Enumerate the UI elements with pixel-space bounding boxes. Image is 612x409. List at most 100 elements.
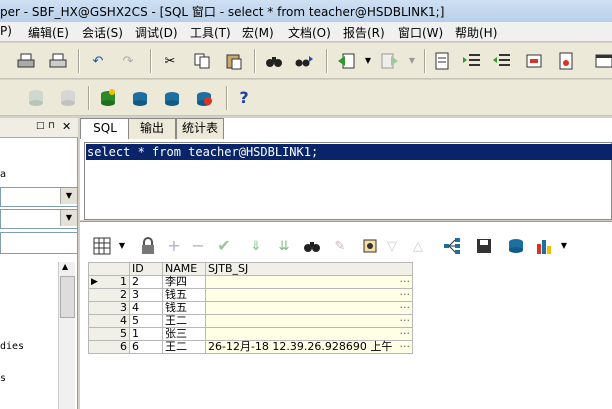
menu-project[interactable]: P) — [0, 24, 12, 38]
paste-icon[interactable] — [224, 51, 244, 71]
ellipsis-button[interactable]: ··· — [400, 328, 411, 340]
ellipsis-button[interactable]: ··· — [400, 341, 411, 353]
connect-icon[interactable] — [98, 88, 118, 108]
help-icon[interactable]: ? — [234, 88, 254, 108]
menu-help[interactable]: 帮助(H) — [455, 24, 497, 41]
find-icon[interactable] — [302, 236, 322, 256]
menu-window[interactable]: 窗口(W) — [398, 24, 443, 41]
column-header-id[interactable]: ID — [129, 262, 163, 276]
undo-icon[interactable]: ↶ — [88, 51, 108, 71]
scrollbar[interactable]: ▲ — [58, 262, 75, 409]
search-input[interactable] — [0, 232, 78, 254]
print-preview-icon[interactable] — [48, 51, 68, 71]
column-header-name[interactable]: NAME — [162, 262, 206, 276]
table-row[interactable]: 2 3 钱五 ··· — [88, 288, 413, 302]
chevron-down-icon[interactable]: ▼ — [60, 210, 77, 226]
close-icon[interactable]: ✕ — [62, 120, 71, 133]
cell-sjtb-sj[interactable]: ··· — [205, 327, 413, 341]
tab-statistics[interactable]: 统计表 — [176, 118, 224, 139]
column-header-sjtb-sj[interactable]: SJTB_SJ — [205, 262, 413, 276]
import-dropdown-icon[interactable]: ▼ — [358, 51, 378, 71]
table-row[interactable]: 3 4 钱五 ··· — [88, 301, 413, 315]
sql-connect-icon[interactable] — [130, 88, 150, 108]
ellipsis-button[interactable]: ··· — [400, 315, 411, 327]
chart-icon[interactable] — [534, 236, 554, 256]
copy-icon[interactable] — [192, 51, 212, 71]
cut-icon[interactable]: ✂ — [160, 51, 180, 71]
table-row[interactable]: 4 5 王二 ··· — [88, 314, 413, 328]
export-results-icon[interactable] — [360, 236, 380, 256]
cell-id[interactable]: 5 — [129, 314, 163, 328]
cell-name[interactable]: 李四 — [162, 275, 206, 289]
cell-sjtb-sj[interactable]: 26-12月-18 12.39.26.928690 上午 ··· — [205, 340, 413, 354]
cell-name[interactable]: 王二 — [162, 314, 206, 328]
page-icon[interactable] — [556, 51, 576, 71]
table-row[interactable]: 6 6 王二 26-12月-18 12.39.26.928690 上午 ··· — [88, 340, 413, 354]
print-icon[interactable] — [16, 51, 36, 71]
menu-documents[interactable]: 文档(O) — [288, 24, 331, 41]
db-icon[interactable] — [26, 88, 46, 108]
document-icon[interactable] — [432, 51, 452, 71]
export-dropdown-icon[interactable]: ▼ — [402, 51, 422, 71]
delete-record-icon[interactable]: − — [188, 236, 208, 256]
find-icon[interactable] — [264, 51, 284, 71]
refresh-connection-icon[interactable] — [194, 88, 214, 108]
unindent-icon[interactable] — [492, 51, 512, 71]
menu-reports[interactable]: 报告(R) — [343, 24, 385, 41]
menu-macro[interactable]: 宏(M) — [242, 24, 274, 41]
tab-output[interactable]: 输出 — [128, 118, 176, 139]
insert-record-icon[interactable]: + — [164, 236, 184, 256]
ellipsis-button[interactable]: ··· — [400, 289, 411, 301]
table-row[interactable]: 5 1 张三 ··· — [88, 327, 413, 341]
import-icon[interactable] — [336, 51, 356, 71]
post-changes-icon[interactable]: ✔ — [214, 236, 234, 256]
chevron-down-icon[interactable]: ▼ — [554, 236, 574, 256]
cell-name[interactable]: 王二 — [162, 340, 206, 354]
filter-combo[interactable]: ▼ — [0, 209, 78, 229]
menu-edit[interactable]: 编辑(E) — [28, 24, 69, 41]
uncomment-icon[interactable] — [524, 51, 544, 71]
menu-session[interactable]: 会话(S) — [82, 24, 123, 41]
triangle-up-icon[interactable]: △ — [408, 236, 428, 256]
lock-icon[interactable] — [138, 236, 158, 256]
cell-name[interactable]: 钱五 — [162, 288, 206, 302]
fetch-last-icon[interactable]: ⇊ — [274, 236, 294, 256]
cell-sjtb-sj[interactable]: ··· — [205, 275, 413, 289]
triangle-down-icon[interactable]: ▽ — [382, 236, 402, 256]
cell-sjtb-sj[interactable]: ··· — [205, 288, 413, 302]
tab-sql[interactable]: SQL — [80, 118, 130, 139]
chevron-down-icon[interactable]: ▼ — [60, 188, 77, 204]
cell-sjtb-sj[interactable]: ··· — [205, 314, 413, 328]
connection-icon[interactable] — [506, 236, 526, 256]
tree-icon[interactable] — [442, 236, 462, 256]
sql-editor[interactable]: select * from teacher@HSDBLINK1; — [84, 142, 612, 220]
cell-id[interactable]: 1 — [129, 327, 163, 341]
indent-icon[interactable] — [462, 51, 482, 71]
fetch-next-icon[interactable]: ⇓ — [246, 236, 266, 256]
owner-combo[interactable]: ▼ — [0, 187, 78, 207]
window-icon[interactable] — [594, 51, 612, 71]
menu-tools[interactable]: 工具(T) — [190, 24, 231, 41]
pin-icon[interactable]: □ — [36, 121, 45, 131]
cell-name[interactable]: 张三 — [162, 327, 206, 341]
table-row[interactable]: ▶ 1 2 李四 ··· — [88, 275, 413, 289]
cell-id[interactable]: 3 — [129, 288, 163, 302]
cell-id[interactable]: 4 — [129, 301, 163, 315]
cell-name[interactable]: 钱五 — [162, 301, 206, 315]
cell-id[interactable]: 6 — [129, 340, 163, 354]
cell-sjtb-sj[interactable]: ··· — [205, 301, 413, 315]
clear-icon[interactable]: ✎ — [330, 236, 350, 256]
find-next-icon[interactable] — [294, 51, 314, 71]
save-icon[interactable] — [474, 236, 494, 256]
ellipsis-button[interactable]: ··· — [400, 276, 411, 288]
chevron-down-icon[interactable]: ▼ — [112, 236, 132, 256]
ellipsis-button[interactable]: ··· — [400, 302, 411, 314]
menu-debug[interactable]: 调试(D) — [135, 24, 178, 41]
disconnect-icon[interactable] — [162, 88, 182, 108]
scroll-up-icon[interactable]: ▲ — [62, 262, 68, 271]
scrollbar-thumb[interactable] — [60, 276, 75, 318]
redo-icon[interactable]: ↷ — [118, 51, 138, 71]
float-icon[interactable]: ⊓ — [48, 121, 55, 131]
db-icon[interactable] — [58, 88, 78, 108]
cell-id[interactable]: 2 — [129, 275, 163, 289]
